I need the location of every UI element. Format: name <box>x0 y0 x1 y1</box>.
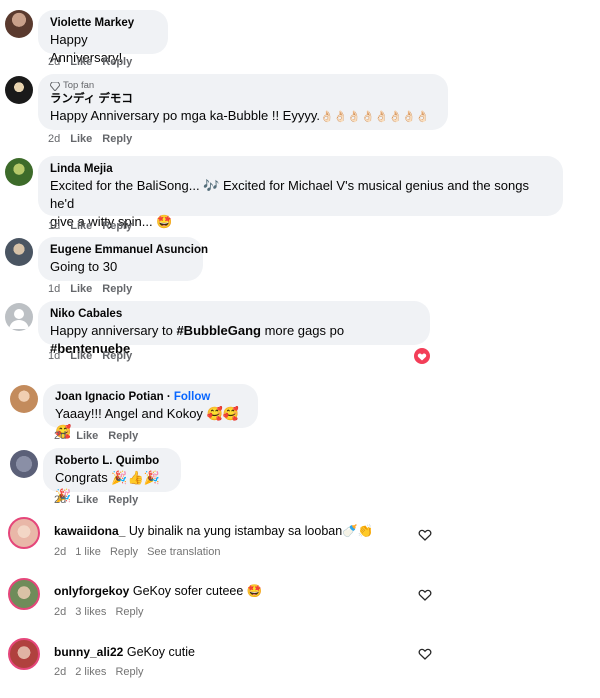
like-button[interactable]: Like <box>70 350 92 362</box>
likes-count[interactable]: 3 likes <box>75 606 106 618</box>
comment-actions: 1d Like Reply <box>48 220 142 232</box>
likes-count[interactable]: 1 like <box>75 546 101 558</box>
comment-bubble: Top fan ランディ デモコ Happy Anniversary po mg… <box>38 74 448 130</box>
follow-button[interactable]: Follow <box>174 391 210 403</box>
like-button[interactable]: Like <box>76 430 98 442</box>
comment-actions: 2d 1 like Reply See translation <box>54 546 229 558</box>
love-reaction-icon[interactable] <box>412 346 432 366</box>
avatar[interactable] <box>8 578 40 610</box>
comment-bubble: Niko Cabales Happy anniversary to #Bubbl… <box>38 301 430 356</box>
ig-comment-line: onlyforgekoy GeKoy sofer cuteee 🤩 <box>54 582 262 600</box>
avatar[interactable] <box>5 10 33 38</box>
comment-text: Going to 30 <box>50 259 118 274</box>
heart-icon[interactable] <box>418 588 432 602</box>
see-translation-link[interactable]: See translation <box>147 546 220 558</box>
comment-text: Uy binalik na yung istambay sa looban🍼👏 <box>128 524 374 538</box>
reply-button[interactable]: Reply <box>108 494 138 506</box>
avatar[interactable] <box>10 385 38 413</box>
avatar[interactable] <box>8 517 40 549</box>
reply-button[interactable]: Reply <box>110 546 138 558</box>
avatar[interactable] <box>5 76 33 104</box>
reply-button[interactable]: Reply <box>108 430 138 442</box>
commenter-name[interactable]: onlyforgekoy <box>54 584 129 598</box>
reply-button[interactable]: Reply <box>102 56 132 68</box>
like-button[interactable]: Like <box>70 133 92 145</box>
like-button[interactable]: Like <box>70 283 92 295</box>
comment-text: GeKoy sofer cuteee 🤩 <box>132 584 263 598</box>
like-button[interactable]: Like <box>70 220 92 232</box>
ig-comment-line: kawaiidona_ Uy binalik na yung istambay … <box>54 522 373 540</box>
commenter-name[interactable]: kawaiidona_ <box>54 524 125 538</box>
comment-actions: 2d Like Reply <box>54 494 148 506</box>
comment-text: Happy Anniversary po mga ka-Bubble !! Ey… <box>50 108 430 123</box>
comment-bubble: Eugene Emmanuel Asuncion Going to 30 <box>38 237 208 281</box>
commenter-name[interactable]: Roberto L. Quimbo <box>55 454 169 469</box>
comment-bubble: Roberto L. Quimbo Congrats 🎉👍🎉🎉 <box>43 448 181 503</box>
reply-button[interactable]: Reply <box>115 666 143 678</box>
comment-actions: 2d 2 likes Reply <box>54 666 153 678</box>
timestamp[interactable]: 1d <box>48 283 60 295</box>
top-fan-badge: Top fan <box>50 80 436 92</box>
comment-actions: 2d 3 likes Reply <box>54 606 153 618</box>
reply-button[interactable]: Reply <box>102 133 132 145</box>
avatar[interactable] <box>8 638 40 670</box>
avatar[interactable] <box>5 238 33 266</box>
comment-bubble: Joan Ignacio Potian · Follow Yaaay!!! An… <box>43 384 258 439</box>
comment-actions: 2d Like Reply <box>48 56 142 68</box>
commenter-name[interactable]: Niko Cabales <box>50 307 418 322</box>
comment-text: Excited for the BaliSong... 🎶 Excited fo… <box>50 178 529 211</box>
avatar[interactable] <box>5 158 33 186</box>
commenter-name[interactable]: bunny_ali22 <box>54 645 123 659</box>
raised-hand-emoji-icon: 👌🏻👌🏻👌🏻👌🏻👌🏻👌🏻👌🏻👌🏻 <box>320 111 430 123</box>
timestamp[interactable]: 2d <box>54 546 66 558</box>
comment-actions: 2d Like Reply <box>48 133 142 145</box>
commenter-name[interactable]: Eugene Emmanuel Asuncion <box>50 243 208 258</box>
timestamp[interactable]: 1d <box>48 220 60 232</box>
comment-bubble: Violette Markey Happy Anniversary! <box>38 10 168 65</box>
timestamp[interactable]: 2d <box>54 430 66 442</box>
timestamp[interactable]: 2d <box>48 133 60 145</box>
avatar[interactable] <box>10 450 38 478</box>
default-user-icon <box>9 309 29 329</box>
reply-button[interactable]: Reply <box>115 606 143 618</box>
commenter-name[interactable]: ランディ デモコ <box>50 92 436 107</box>
ig-comment-line: bunny_ali22 GeKoy cutie <box>54 643 195 661</box>
timestamp[interactable]: 2d <box>54 606 66 618</box>
hashtag-link[interactable]: #BubbleGang <box>176 323 261 338</box>
avatar[interactable] <box>5 303 33 331</box>
comment-actions: 1d Like Reply <box>48 350 142 362</box>
commenter-name[interactable]: Linda Mejia <box>50 162 551 177</box>
timestamp[interactable]: 2d <box>48 56 60 68</box>
likes-count[interactable]: 2 likes <box>75 666 106 678</box>
comment-text: GeKoy cutie <box>126 645 195 659</box>
heart-icon[interactable] <box>418 528 432 542</box>
timestamp[interactable]: 2d <box>54 494 66 506</box>
heart-icon[interactable] <box>418 647 432 661</box>
like-button[interactable]: Like <box>70 56 92 68</box>
reply-button[interactable]: Reply <box>102 220 132 232</box>
timestamp[interactable]: 1d <box>48 350 60 362</box>
timestamp[interactable]: 2d <box>54 666 66 678</box>
commenter-name[interactable]: Violette Markey <box>50 16 156 31</box>
diamond-icon <box>50 81 60 91</box>
reply-button[interactable]: Reply <box>102 350 132 362</box>
commenter-name[interactable]: Joan Ignacio Potian · Follow <box>55 390 246 405</box>
comment-actions: 2d Like Reply <box>54 430 148 442</box>
comment-actions: 1d Like Reply <box>48 283 142 295</box>
comment-bubble: Linda Mejia Excited for the BaliSong... … <box>38 156 563 229</box>
like-button[interactable]: Like <box>76 494 98 506</box>
reply-button[interactable]: Reply <box>102 283 132 295</box>
